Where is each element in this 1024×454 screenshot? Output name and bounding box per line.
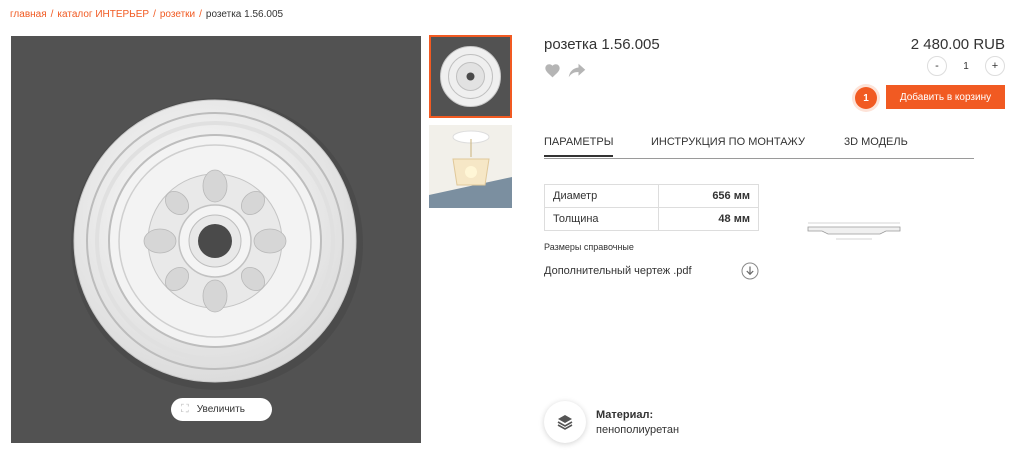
- zoom-button[interactable]: ⛶ Увеличить: [171, 398, 272, 421]
- quantity-value[interactable]: 1: [955, 61, 977, 72]
- product-title: розетка 1.56.005: [544, 36, 660, 53]
- heart-icon[interactable]: [544, 63, 561, 83]
- quantity-decrease-button[interactable]: -: [927, 56, 947, 76]
- breadcrumb-link-catalog[interactable]: каталог ИНТЕРЬЕР: [57, 9, 149, 20]
- dimensions-note: Размеры справочные: [544, 242, 634, 252]
- breadcrumb-current: розетка 1.56.005: [205, 9, 284, 20]
- product-main-image[interactable]: ⛶ Увеличить: [11, 36, 421, 443]
- quantity-increase-button[interactable]: +: [985, 56, 1005, 76]
- param-name: Толщина: [543, 207, 660, 231]
- tab-parameters[interactable]: ПАРАМЕТРЫ: [544, 136, 614, 157]
- share-arrow-icon[interactable]: [568, 63, 586, 83]
- param-name: Диаметр: [543, 184, 660, 208]
- table-row: Толщина 48 мм: [543, 207, 759, 231]
- layers-icon: [544, 401, 586, 443]
- download-circle-icon[interactable]: [741, 262, 759, 285]
- parameters-table: Диаметр 656 мм Толщина 48 мм: [543, 184, 759, 231]
- pdf-drawing-link[interactable]: Дополнительный чертеж .pdf: [544, 265, 692, 277]
- breadcrumb-separator: /: [50, 9, 54, 20]
- tab-3d-model[interactable]: 3D МОДЕЛЬ: [844, 136, 908, 148]
- cart-count-badge: 1: [855, 87, 877, 109]
- breadcrumb: главная / каталог ИНТЕРЬЕР / розетки / розетка…: [10, 9, 283, 20]
- breadcrumb-link-home[interactable]: главная: [10, 9, 47, 20]
- table-row: Диаметр 656 мм: [543, 184, 759, 208]
- material-label: Материал:: [596, 409, 654, 421]
- product-price: 2 480.00 RUB: [910, 36, 1005, 53]
- zoom-label: Увеличить: [196, 404, 245, 415]
- param-value: 48 мм: [658, 207, 759, 231]
- breadcrumb-separator: /: [199, 9, 202, 20]
- quantity-stepper: - 1 +: [927, 56, 1005, 76]
- thumbnail-interior[interactable]: [429, 125, 512, 208]
- chandelier-thumbnail-image: [429, 125, 512, 208]
- material-value: пенополиуретан: [596, 424, 680, 436]
- param-value: 656 мм: [658, 184, 759, 208]
- expand-icon: ⛶: [181, 403, 189, 415]
- product-tabs: ПАРАМЕТРЫ ИНСТРУКЦИЯ ПО МОНТАЖУ 3D МОДЕЛ…: [544, 136, 974, 159]
- tab-installation[interactable]: ИНСТРУКЦИЯ ПО МОНТАЖУ: [651, 136, 805, 148]
- breadcrumb-link-category[interactable]: розетки: [160, 9, 195, 20]
- ceiling-rosette-image: [71, 98, 363, 390]
- add-to-cart-button[interactable]: Добавить в корзину: [886, 85, 1005, 109]
- profile-drawing: [806, 217, 902, 248]
- rosette-thumbnail-image: [440, 46, 501, 107]
- cross-section-drawing-image: [807, 222, 901, 240]
- thumbnail-rosette[interactable]: [429, 35, 512, 118]
- breadcrumb-separator: /: [153, 9, 156, 20]
